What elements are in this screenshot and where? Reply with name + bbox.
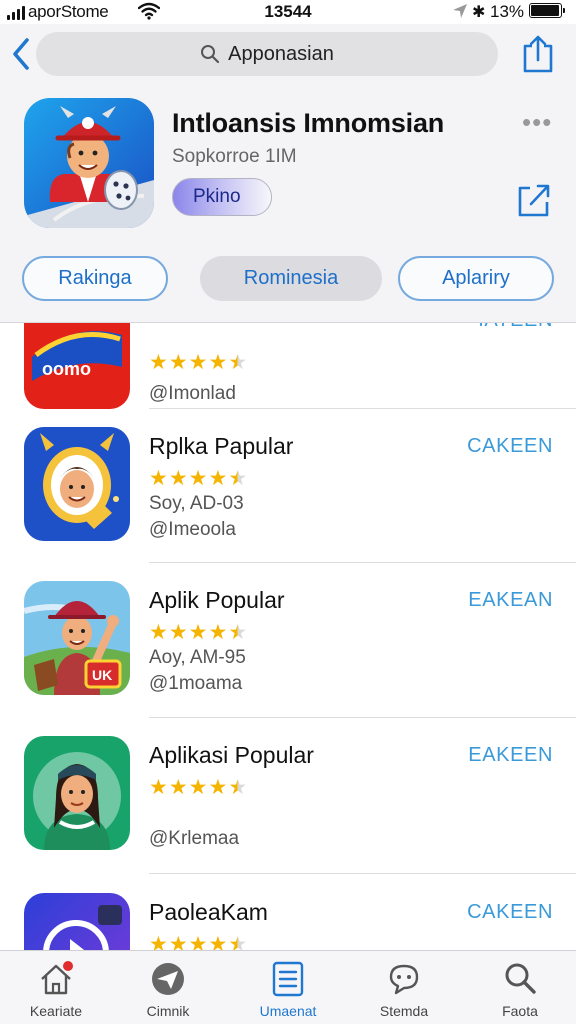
- svg-text:oomo: oomo: [42, 359, 91, 379]
- segment-apps[interactable]: Aplariry: [398, 256, 554, 301]
- tab-cimnik[interactable]: Cimnik: [118, 951, 218, 1024]
- developer-name: @Krlemaa: [149, 828, 240, 849]
- share-icon[interactable]: [516, 178, 552, 218]
- row-divider: [149, 408, 576, 409]
- star-rating: ★ ★ ★ ★ ★: [149, 933, 247, 950]
- get-button[interactable]: CAKEEN: [467, 435, 553, 458]
- app-name: PaoleaKam: [149, 899, 268, 925]
- app-name: Aplik Popular: [149, 587, 285, 613]
- svg-text:UK: UK: [92, 667, 112, 683]
- star-icon: ★: [208, 467, 228, 490]
- star-icon: ★: [208, 351, 228, 374]
- app-list[interactable]: oomo ★★★★★ @Imonlad IA7EEN: [0, 323, 576, 950]
- star-icon: ★: [208, 776, 228, 799]
- segment-rankings[interactable]: Rakinga: [22, 256, 168, 301]
- battery-icon: [529, 3, 565, 18]
- tab-umaenat[interactable]: Umaenat: [238, 951, 338, 1024]
- get-button[interactable]: CAKEEN: [467, 901, 553, 924]
- back-chevron-icon[interactable]: [8, 36, 34, 72]
- app-name: Rplka Papular: [149, 433, 294, 459]
- tab-home[interactable]: Keariate: [6, 951, 106, 1024]
- app-subtitle: Sopkorroe 1IM: [172, 146, 297, 167]
- row-divider: [149, 562, 576, 563]
- battery-percent: 13%: [490, 2, 525, 21]
- star-icon: ★: [149, 351, 168, 374]
- star-rating: ★ ★ ★ ★ ★: [149, 621, 248, 644]
- share-icon[interactable]: [520, 34, 556, 74]
- row-divider: [149, 873, 576, 874]
- chat-icon: [389, 964, 419, 995]
- tab-label: Umaenat: [259, 1003, 317, 1019]
- status-bar: aporStome 13544 ✱ 13%: [0, 0, 576, 24]
- get-button[interactable]: EAKEEN: [468, 744, 553, 767]
- star-icon: ★: [188, 351, 208, 374]
- star-rating: ★ ★ ★ ★ ★: [149, 351, 248, 374]
- star-icon: ★: [168, 351, 188, 374]
- star-icon: ★: [228, 351, 248, 374]
- star-icon: ★: [149, 621, 168, 644]
- home-icon: [41, 961, 73, 995]
- app-meta: Soy, AD-03: [149, 493, 244, 514]
- list-icon: [272, 961, 304, 997]
- search-icon: [201, 45, 220, 64]
- segment-indonesia[interactable]: Rominesia: [200, 256, 382, 301]
- row-divider: [149, 717, 576, 718]
- app-title: Intloansis Imnomsian: [172, 108, 445, 138]
- tab-label: Stemda: [379, 1003, 429, 1019]
- tab-label: Faota: [502, 1003, 538, 1019]
- app-meta: Aoy, AM-95: [149, 647, 246, 668]
- star-icon: ★: [208, 621, 228, 644]
- star-icon: ★: [149, 933, 168, 950]
- more-options-icon[interactable]: •••: [522, 109, 552, 135]
- star-icon: ★: [228, 621, 248, 644]
- star-icon: ★: [208, 933, 228, 950]
- paper-plane-icon: [152, 963, 184, 995]
- character-wave-icon: UK: [24, 581, 130, 695]
- star-icon: ★: [188, 776, 208, 799]
- featured-app-icon[interactable]: [24, 98, 154, 228]
- star-icon: ★: [168, 621, 188, 644]
- tab-stemda[interactable]: Stemda: [354, 951, 454, 1024]
- star-icon: ★: [228, 467, 248, 490]
- search-text: Apponasian: [228, 42, 334, 65]
- app-name: Aplikasi Popular: [149, 742, 314, 768]
- star-icon: ★: [228, 934, 247, 950]
- developer-name: @Imeoola: [149, 519, 236, 540]
- search-icon: [505, 963, 536, 994]
- get-button[interactable]: IA7EEN: [478, 323, 553, 332]
- star-icon: ★: [188, 621, 208, 644]
- search-field[interactable]: Apponasian: [36, 32, 498, 76]
- game-logo-icon: oomo: [24, 323, 130, 409]
- star-icon: ★: [149, 467, 168, 490]
- star-icon: ★: [168, 933, 188, 950]
- star-rating: ★ ★ ★ ★ ★: [149, 776, 248, 799]
- star-icon: ★: [149, 776, 168, 799]
- star-icon: ★: [188, 467, 208, 490]
- tab-label: Keariate: [29, 1003, 83, 1019]
- tab-faota[interactable]: Faota: [470, 951, 570, 1024]
- location-arrow-icon: [453, 4, 467, 18]
- star-icon: ★: [168, 776, 188, 799]
- get-button[interactable]: Pkino: [172, 178, 272, 216]
- star-icon: ★: [228, 776, 248, 799]
- play-logo-icon: [24, 893, 130, 950]
- star-icon: ★: [188, 933, 208, 950]
- tab-bar: Keariate Cimnik Umaenat Stemda Faota: [0, 950, 576, 1024]
- developer-name: @1moama: [149, 673, 243, 694]
- tab-label: Cimnik: [146, 1003, 190, 1019]
- bluetooth-icon: ✱: [472, 4, 486, 21]
- character-mirror-icon: [24, 427, 130, 541]
- star-rating: ★ ★ ★ ★ ★: [149, 467, 248, 490]
- star-icon: ★: [168, 467, 188, 490]
- developer-name: @Imonlad: [149, 383, 236, 404]
- character-portrait-icon: [24, 736, 130, 850]
- get-button[interactable]: EAKEAN: [468, 589, 553, 612]
